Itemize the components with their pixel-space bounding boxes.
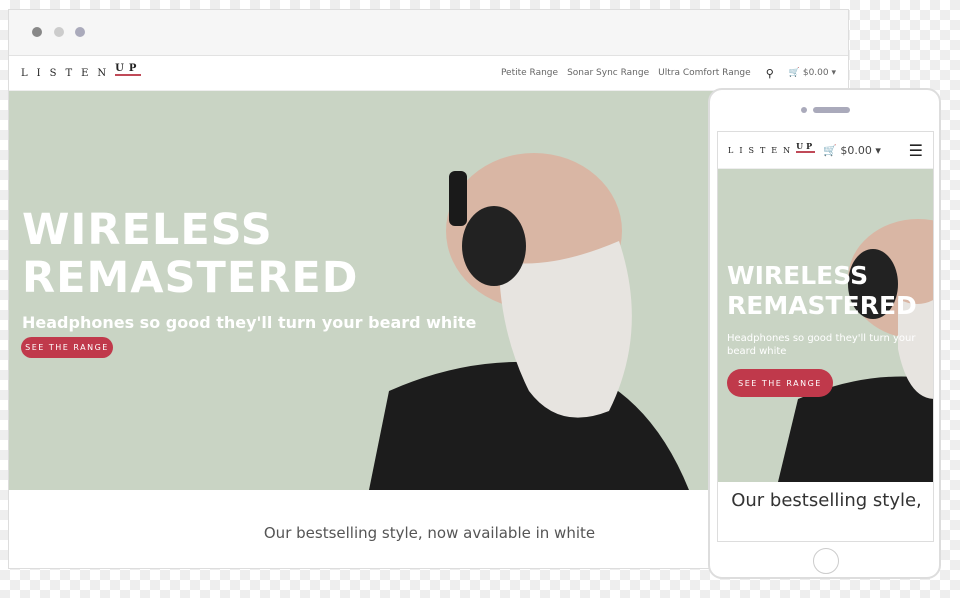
phone-camera [801, 107, 807, 113]
mobile-cart-button[interactable]: 🛒 $0.00 ▾ [823, 144, 881, 157]
mobile-device: LISTEN UP 🛒 $0.00 ▾ ☰ WIRELESS REMASTERED … [708, 88, 941, 579]
search-icon[interactable]: ⚲ [766, 67, 774, 80]
mobile-hero-image [778, 219, 933, 482]
mobile-hero-subtitle: Headphones so good they'll turn your bea… [727, 333, 916, 357]
logo[interactable]: LISTEN UP [21, 63, 142, 79]
nav-link-sonar-sync[interactable]: Sonar Sync Range [567, 68, 649, 78]
cart-button[interactable]: 🛒 $0.00 ▾ [789, 68, 836, 78]
mobile-hero-title: WIRELESS REMASTERED [727, 261, 917, 320]
cart-icon: 🛒 [788, 68, 800, 78]
mobile-nav: LISTEN UP 🛒 $0.00 ▾ ☰ [718, 132, 933, 169]
cart-icon: 🛒 [823, 143, 837, 157]
hero-title: WIRELESS REMASTERED [22, 205, 359, 303]
see-the-range-button[interactable]: SEE THE RANGE [21, 337, 113, 358]
hero-subtitle: Headphones so good they'll turn your bea… [22, 313, 477, 332]
window-dot-maximize[interactable] [75, 27, 85, 37]
nav-link-ultra-comfort[interactable]: Ultra Comfort Range [658, 68, 751, 78]
mobile-screen: LISTEN UP 🛒 $0.00 ▾ ☰ WIRELESS REMASTERED … [717, 131, 934, 542]
hamburger-menu-icon[interactable]: ☰ [909, 141, 923, 160]
window-dot-close[interactable] [32, 27, 42, 37]
mobile-logo[interactable]: LISTEN UP [728, 141, 816, 155]
window-dot-minimize[interactable] [54, 27, 64, 37]
mobile-see-the-range-button[interactable]: SEE THE RANGE [727, 369, 833, 397]
phone-speaker [813, 107, 850, 113]
mobile-hero: WIRELESS REMASTERED Headphones so good th… [718, 169, 933, 482]
home-button[interactable] [813, 548, 839, 574]
nav-link-petite[interactable]: Petite Range [501, 68, 558, 78]
title-bar [9, 10, 848, 56]
mobile-section-heading: Our bestselling style, [731, 490, 922, 511]
site-nav: LISTEN UP Petite Range Sonar Sync Range U… [9, 56, 848, 91]
